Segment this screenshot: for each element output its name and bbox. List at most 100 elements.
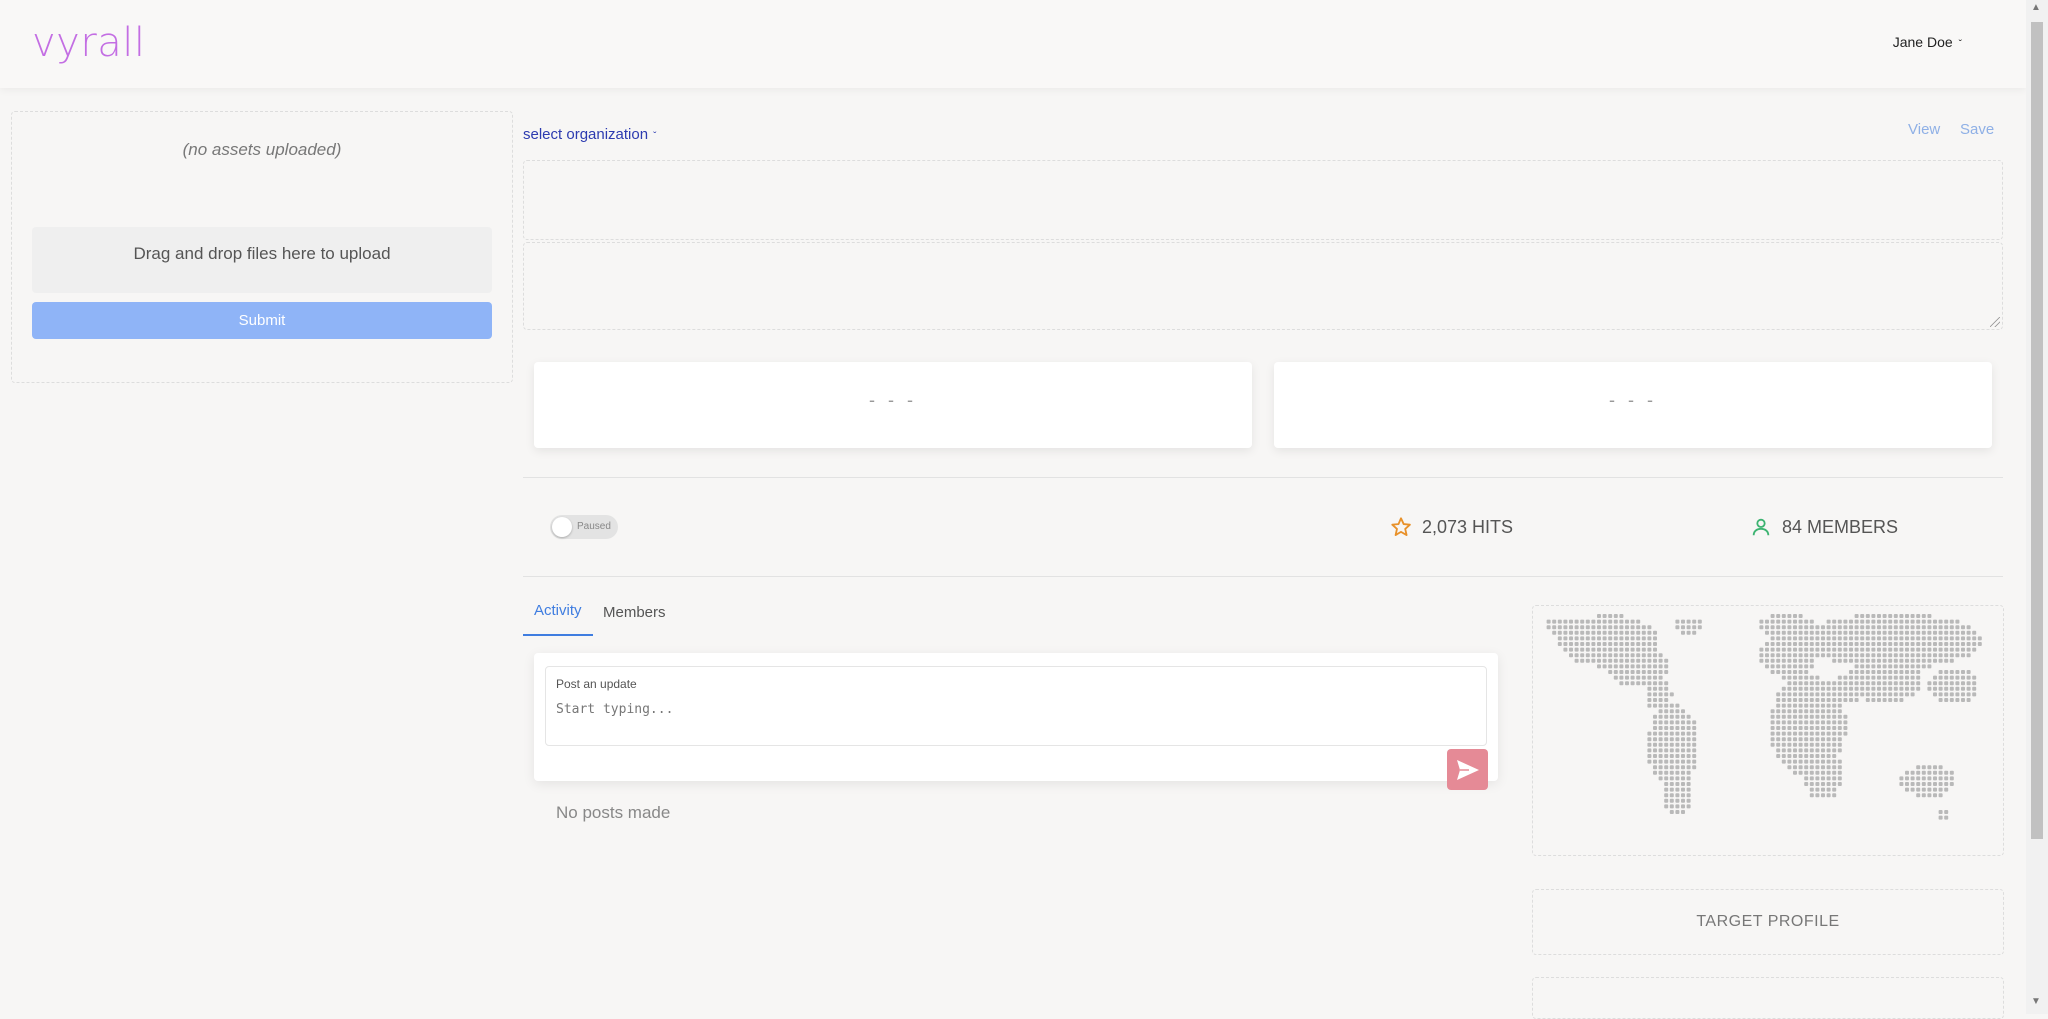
page-scrollbar[interactable]: ▲ ▼	[2026, 0, 2048, 1014]
map-dot	[1675, 748, 1680, 753]
map-dot	[1899, 692, 1904, 697]
map-dot	[1966, 642, 1971, 646]
map-dot	[1832, 742, 1837, 747]
map-dot	[1849, 653, 1853, 658]
map-dot	[1815, 737, 1820, 742]
map-dot	[1658, 748, 1663, 753]
map-dot	[1664, 787, 1669, 792]
map-dot	[1815, 793, 1820, 798]
map-dot	[1826, 742, 1831, 747]
campaign-description-field[interactable]	[523, 242, 2003, 330]
map-dot	[1776, 742, 1781, 747]
toggle-label: Paused	[577, 521, 611, 532]
map-dot	[1826, 731, 1831, 736]
map-dot	[1849, 647, 1853, 652]
post-update-input[interactable]: Post an update Start typing...	[545, 666, 1487, 746]
map-dot	[1770, 647, 1775, 652]
target-profile-label: TARGET PROFILE	[1696, 913, 1840, 930]
map-dot	[1865, 653, 1870, 658]
map-dot	[1938, 619, 1943, 624]
target-profile-box[interactable]: TARGET PROFILE	[1532, 889, 2004, 955]
map-dot	[1877, 625, 1881, 630]
map-dot	[1944, 815, 1949, 820]
map-dot	[1927, 625, 1932, 630]
map-dot	[1647, 748, 1652, 753]
campaign-title-field[interactable]	[523, 160, 2003, 240]
view-link[interactable]: View	[1908, 121, 1940, 138]
map-dot	[1882, 647, 1887, 652]
map-dot	[1787, 720, 1792, 725]
map-dot	[1675, 787, 1680, 792]
tab-activity[interactable]: Activity	[523, 602, 593, 636]
campaign-status-toggle[interactable]: Paused	[550, 515, 618, 539]
map-dot	[1927, 614, 1932, 618]
map-dot	[1910, 770, 1915, 775]
map-dot	[1664, 703, 1669, 708]
map-dot	[1669, 726, 1674, 730]
send-post-button[interactable]	[1447, 749, 1488, 790]
map-dot	[1910, 675, 1915, 680]
map-dot	[1686, 798, 1691, 803]
map-dot	[1658, 681, 1663, 686]
map-dot	[1893, 658, 1898, 663]
map-dot	[1658, 714, 1663, 719]
scroll-up-icon[interactable]: ▲	[2031, 2, 2041, 13]
map-dot	[1938, 815, 1943, 820]
map-dot	[1966, 625, 1971, 630]
map-dot	[1916, 776, 1921, 781]
map-dot	[1910, 614, 1915, 618]
map-dot	[1832, 754, 1837, 758]
map-dot	[1871, 619, 1876, 624]
map-dot	[1832, 737, 1837, 742]
map-dot	[1877, 614, 1881, 618]
map-dot	[1546, 625, 1551, 630]
map-dot	[1815, 776, 1820, 781]
person-icon	[1752, 518, 1770, 536]
toggle-knob	[552, 517, 572, 537]
submit-button[interactable]: Submit	[32, 302, 492, 339]
map-dot	[1826, 642, 1831, 646]
map-dot	[1686, 742, 1691, 747]
map-dot	[1949, 776, 1954, 781]
map-dot	[1664, 681, 1669, 686]
map-dot	[1625, 625, 1629, 630]
map-dot	[1653, 686, 1657, 691]
map-dot	[1557, 625, 1562, 630]
map-dot	[1860, 692, 1865, 697]
map-dot	[1653, 754, 1657, 758]
map-dot	[1865, 625, 1870, 630]
file-dropzone[interactable]: Drag and drop files here to upload	[32, 227, 492, 293]
app-logo[interactable]: vyrall	[32, 20, 146, 66]
map-dot	[1899, 675, 1904, 680]
map-dot	[1893, 653, 1898, 658]
map-dot	[1681, 742, 1685, 747]
sidebar-box	[1532, 977, 2004, 1019]
organization-select[interactable]: select organization ˇ	[523, 126, 656, 143]
scroll-down-icon[interactable]: ▼	[2031, 996, 2041, 1007]
map-dot	[1804, 776, 1809, 781]
resize-handle[interactable]	[1990, 317, 2000, 327]
map-dot	[1636, 658, 1641, 663]
map-dot	[1653, 742, 1657, 747]
scrollbar-thumb[interactable]	[2031, 22, 2043, 839]
map-dot	[1910, 647, 1915, 652]
map-dot	[1664, 748, 1669, 753]
map-dot	[1804, 619, 1809, 624]
map-dot	[1653, 737, 1657, 742]
tab-members[interactable]: Members	[603, 604, 666, 621]
map-dot	[1591, 636, 1596, 641]
map-dot	[1832, 770, 1837, 775]
map-dot	[1944, 810, 1949, 814]
map-dot	[1905, 692, 1909, 697]
save-link[interactable]: Save	[1960, 121, 1994, 138]
map-dot	[1809, 664, 1814, 669]
map-dot	[1781, 647, 1786, 652]
map-dot	[1692, 759, 1697, 764]
map-dot	[1569, 625, 1573, 630]
map-dot	[1821, 737, 1825, 742]
map-dot	[1759, 653, 1764, 658]
user-menu[interactable]: Jane Doe ˇ	[1893, 34, 1962, 50]
map-dot	[1933, 681, 1937, 686]
map-dot	[1865, 619, 1870, 624]
map-dot	[1557, 636, 1562, 641]
